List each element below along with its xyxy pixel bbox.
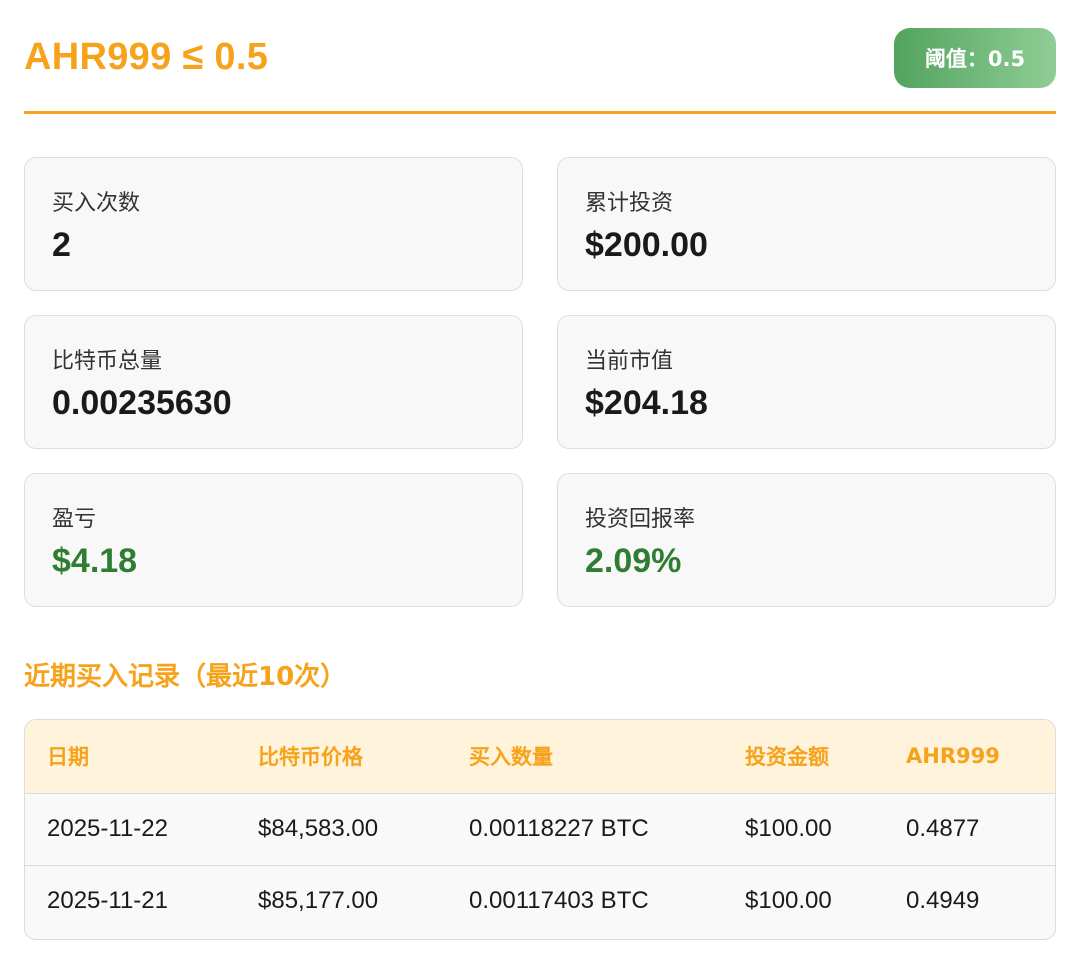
stat-value: $4.18 xyxy=(52,542,138,580)
table-row: 2025-11-22 $84,583.00 0.00118227 BTC $10… xyxy=(25,793,1055,865)
table-row: 2025-11-21 $85,177.00 0.00117403 BTC $10… xyxy=(25,864,1055,937)
cell-invest-amount: $100.00 xyxy=(723,864,884,937)
stat-card-market-value: 当前市值 $204.18 xyxy=(557,315,1056,449)
stat-label: 比特币总量 xyxy=(52,349,163,374)
column-header-date: 日期 xyxy=(25,720,236,794)
stat-card-total-invested: 累计投资 $200.00 xyxy=(557,157,1056,291)
stat-value: 0.00235630 xyxy=(52,384,232,422)
stat-value: $204.18 xyxy=(585,384,708,422)
stat-card-profit-loss: 盈亏 $4.18 xyxy=(24,473,523,607)
column-header-invest-amount: 投资金额 xyxy=(723,720,884,794)
records-table: 日期 比特币价格 买入数量 投资金额 AHR999 2025-11-22 $84… xyxy=(24,719,1056,940)
records-section-title: 近期买入记录（最近10次） xyxy=(24,662,347,692)
cell-ahr999: 0.4949 xyxy=(884,864,1055,937)
cell-ahr999: 0.4877 xyxy=(906,815,980,842)
table-header-row: 日期 比特币价格 买入数量 投资金额 AHR999 xyxy=(25,720,1055,794)
strategy-panel: AHR999 ≤ 0.5 阈值：0.5 买入次数 2 累计投资 $200.00 … xyxy=(24,0,1056,940)
stat-label: 当前市值 xyxy=(585,349,674,374)
cell-btc-price: $85,177.00 xyxy=(236,864,447,937)
cell-buy-amount: 0.00117403 BTC xyxy=(447,864,723,937)
stat-value: $200.00 xyxy=(585,226,708,264)
stat-card-roi: 投资回报率 2.09% xyxy=(557,473,1056,607)
stat-label: 投资回报率 xyxy=(585,507,696,532)
cell-buy-amount: 0.00118227 BTC xyxy=(469,815,649,842)
stat-value: 2 xyxy=(52,226,71,264)
header: AHR999 ≤ 0.5 阈值：0.5 xyxy=(24,0,1056,114)
stat-value: 2.09% xyxy=(585,542,682,580)
stat-card-buy-count: 买入次数 2 xyxy=(24,157,523,291)
stat-label: 买入次数 xyxy=(52,191,141,216)
stat-label: 盈亏 xyxy=(52,507,97,532)
page-title: AHR999 ≤ 0.5 xyxy=(24,36,269,78)
column-header-btc-price: 比特币价格 xyxy=(236,720,447,794)
threshold-badge: 阈值：0.5 xyxy=(894,28,1056,88)
column-header-ahr999: AHR999 xyxy=(884,720,1055,794)
cell-btc-price: $84,583.00 xyxy=(258,815,379,842)
column-header-buy-amount: 买入数量 xyxy=(447,720,723,794)
cell-invest-amount: $100.00 xyxy=(745,815,832,842)
stat-card-btc-total: 比特币总量 0.00235630 xyxy=(24,315,523,449)
stat-label: 累计投资 xyxy=(585,191,674,216)
cell-date: 2025-11-22 xyxy=(47,815,168,842)
cell-date: 2025-11-21 xyxy=(25,864,236,937)
